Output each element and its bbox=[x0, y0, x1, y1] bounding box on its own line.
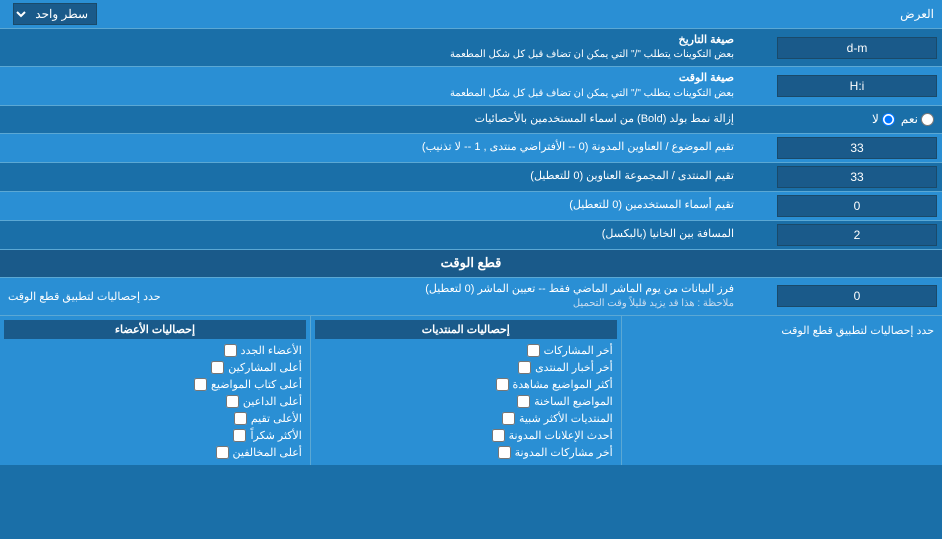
checkbox-مشاركين: أعلى المشاركين bbox=[4, 359, 306, 376]
bold-remove-radio-cell: نعم لا bbox=[742, 109, 942, 129]
forum-sort-input-cell bbox=[742, 163, 942, 191]
radio-yes[interactable] bbox=[921, 113, 934, 126]
checkbox-شكر-input[interactable] bbox=[233, 429, 246, 442]
topic-sort-input[interactable] bbox=[777, 137, 937, 159]
users-sort-input[interactable] bbox=[777, 195, 937, 217]
checkbox-شبية: المنتديات الأكثر شبية bbox=[315, 410, 617, 427]
date-format-label: صيغة التاريخ بعض التكوينات يتطلب "/" الت… bbox=[0, 29, 742, 66]
users-sort-label: تقيم أسماء المستخدمين (0 للتعطيل) bbox=[0, 194, 742, 217]
cut-time-header: قطع الوقت bbox=[0, 250, 942, 278]
radio-no[interactable] bbox=[882, 113, 895, 126]
checkbox-مشاهدة: أكثر المواضيع مشاهدة bbox=[315, 376, 617, 393]
cut-time-label: فرز البيانات من يوم الماشر الماضي فقط --… bbox=[169, 278, 742, 315]
time-format-input-cell bbox=[742, 72, 942, 100]
checkbox-مدونة: أخر مشاركات المدونة bbox=[315, 444, 617, 461]
checkbox-جدد-input[interactable] bbox=[224, 344, 237, 357]
checkbox-شبية-input[interactable] bbox=[502, 412, 515, 425]
checkbox-مخالفين: أعلى المخالفين bbox=[4, 444, 306, 461]
distance-input[interactable] bbox=[777, 224, 937, 246]
date-format-input-cell bbox=[742, 34, 942, 62]
bottom-right-label: حدد إحصاليات لتطبيق قطع الوقت bbox=[626, 320, 938, 341]
checkbox-تقيم: الأعلى تقيم bbox=[4, 410, 306, 427]
forum-sort-row: تقيم المنتدى / المجموعة العناوين (0 للتع… bbox=[0, 163, 942, 192]
display-label: العرض bbox=[892, 3, 942, 25]
bold-remove-label: إزالة نمط بولد (Bold) من اسماء المستخدمي… bbox=[0, 108, 742, 131]
checkbox-أخبار-input[interactable] bbox=[518, 361, 531, 374]
checkbox-مدونة-input[interactable] bbox=[498, 446, 511, 459]
bottom-left-col: إحصاليات الأعضاء الأعضاء الجدد أعلى المش… bbox=[0, 316, 311, 465]
date-format-row: صيغة التاريخ بعض التكوينات يتطلب "/" الت… bbox=[0, 29, 942, 67]
distance-input-cell bbox=[742, 221, 942, 249]
left-col-header: إحصاليات الأعضاء bbox=[4, 320, 306, 339]
checkbox-تقيم-input[interactable] bbox=[234, 412, 247, 425]
checkbox-داعين: أعلى الداعين bbox=[4, 393, 306, 410]
middle-col-header: إحصاليات المنتديات bbox=[315, 320, 617, 339]
checkbox-كتاب-input[interactable] bbox=[194, 378, 207, 391]
distance-label: المسافة بين الخانيا (بالبكسل) bbox=[0, 223, 742, 246]
users-sort-input-cell bbox=[742, 192, 942, 220]
radio-yes-label[interactable]: نعم bbox=[901, 112, 934, 126]
time-format-row: صيغة الوقت بعض التكوينات يتطلب "/" التي … bbox=[0, 67, 942, 105]
checkbox-كتاب: أعلى كتاب المواضيع bbox=[4, 376, 306, 393]
display-row: العرض سطر واحد سطرين ثلاثة أسطر bbox=[0, 0, 942, 29]
main-container: العرض سطر واحد سطرين ثلاثة أسطر صيغة الت… bbox=[0, 0, 942, 465]
cut-time-row: فرز البيانات من يوم الماشر الماضي فقط --… bbox=[0, 278, 942, 316]
checkbox-إعلانات-input[interactable] bbox=[492, 429, 505, 442]
topic-sort-input-cell bbox=[742, 134, 942, 162]
checkbox-أخبار: أخر أخبار المنتدى bbox=[315, 359, 617, 376]
checkbox-مخالفين-input[interactable] bbox=[216, 446, 229, 459]
cut-time-input-cell bbox=[742, 282, 942, 310]
bold-remove-row: نعم لا إزالة نمط بولد (Bold) من اسماء ال… bbox=[0, 106, 942, 134]
checkbox-ساخنة-input[interactable] bbox=[517, 395, 530, 408]
topic-sort-label: تقيم الموضوع / العناوين المدونة (0 -- ال… bbox=[0, 136, 742, 159]
cut-time-input[interactable] bbox=[777, 285, 937, 307]
display-select[interactable]: سطر واحد سطرين ثلاثة أسطر bbox=[13, 3, 97, 25]
radio-no-label[interactable]: لا bbox=[872, 112, 895, 126]
checkbox-مشاركات-input[interactable] bbox=[527, 344, 540, 357]
checkbox-جدد: الأعضاء الجدد bbox=[4, 342, 306, 359]
checkbox-ساخنة: المواضيع الساخنة bbox=[315, 393, 617, 410]
bottom-middle-col: إحصاليات المنتديات أخر المشاركات أخر أخب… bbox=[311, 316, 622, 465]
bottom-section: حدد إحصاليات لتطبيق قطع الوقت إحصاليات ا… bbox=[0, 316, 942, 465]
checkbox-مشاهدة-input[interactable] bbox=[496, 378, 509, 391]
date-format-input[interactable] bbox=[777, 37, 937, 59]
checkbox-إعلانات: أحدث الإعلانات المدونة bbox=[315, 427, 617, 444]
checkbox-داعين-input[interactable] bbox=[226, 395, 239, 408]
distance-row: المسافة بين الخانيا (بالبكسل) bbox=[0, 221, 942, 250]
checkbox-مشاركين-input[interactable] bbox=[211, 361, 224, 374]
checkbox-مشاركات: أخر المشاركات bbox=[315, 342, 617, 359]
bottom-right-col: حدد إحصاليات لتطبيق قطع الوقت bbox=[622, 316, 942, 465]
topic-sort-row: تقيم الموضوع / العناوين المدونة (0 -- ال… bbox=[0, 134, 942, 163]
time-format-label: صيغة الوقت بعض التكوينات يتطلب "/" التي … bbox=[0, 67, 742, 104]
checkbox-شكر: الأكثر شكراً bbox=[4, 427, 306, 444]
forum-sort-label: تقيم المنتدى / المجموعة العناوين (0 للتع… bbox=[0, 165, 742, 188]
time-format-input[interactable] bbox=[777, 75, 937, 97]
forum-sort-input[interactable] bbox=[777, 166, 937, 188]
users-sort-row: تقيم أسماء المستخدمين (0 للتعطيل) bbox=[0, 192, 942, 221]
cut-time-statistics-label: حدد إحصاليات لتطبيق قطع الوقت bbox=[0, 286, 169, 307]
